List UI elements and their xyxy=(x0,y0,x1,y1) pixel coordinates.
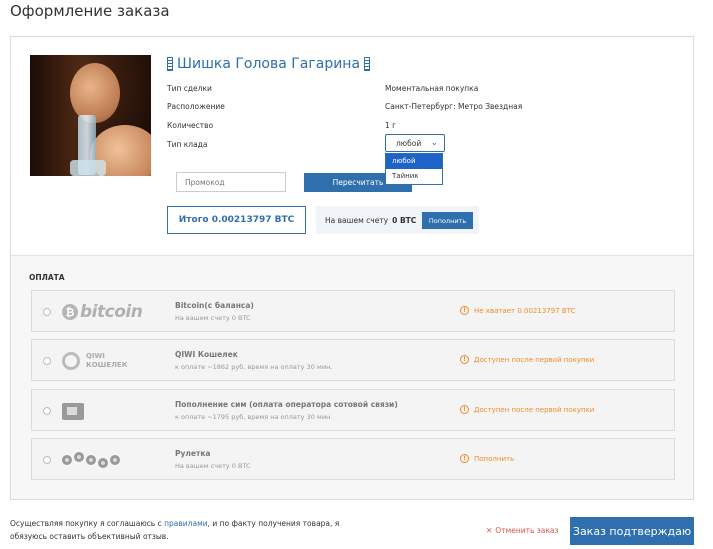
order-card: Шишка Голова Гагарина Тип сделки Момента… xyxy=(10,36,694,500)
close-icon: ✕ xyxy=(486,526,493,535)
agreement-text: Осуществляя покупку я соглашаюсь с прави… xyxy=(10,519,340,541)
gears-icon xyxy=(62,452,120,468)
radio-button[interactable] xyxy=(43,357,51,365)
topup-button[interactable]: Пополнить xyxy=(422,212,473,229)
roulette-logo xyxy=(62,447,172,473)
total-box: Итого 0.00213797 BTC xyxy=(167,206,306,234)
payment-title: QIWI Кошелек xyxy=(175,350,238,359)
payment-status: ! Доступен после первой покупки xyxy=(460,405,594,414)
payment-title: Bitcoin(с баланса) xyxy=(175,301,254,310)
payment-heading: ОПЛАТА xyxy=(29,273,65,282)
balance-amount: 0 BTC xyxy=(392,215,417,225)
payment-method-sim[interactable]: Пополнение сим (оплата оператора сотовой… xyxy=(31,389,675,431)
sim-logo xyxy=(62,398,172,424)
chevron-down-icon: ⌄ xyxy=(430,138,438,148)
payment-status[interactable]: ! Пополнить xyxy=(460,454,514,463)
radio-button[interactable] xyxy=(43,456,51,464)
payment-method-roulette[interactable]: Рулетка На вашем счету 0 BTC ! Пополнить xyxy=(31,438,675,480)
qiwi-logo: QIWI КОШЕЛЕК xyxy=(62,348,172,374)
quantity-value: 1 г xyxy=(385,121,397,130)
radio-button[interactable] xyxy=(43,308,51,316)
payment-method-bitcoin[interactable]: ₿ bitcoin Bitcoin(с баланса) На вашем сч… xyxy=(31,290,675,332)
page-title: Оформление заказа xyxy=(10,2,170,20)
quantity-label: Количество xyxy=(167,121,214,130)
product-name[interactable]: Шишка Голова Гагарина xyxy=(167,56,371,72)
dropdown-option-cache[interactable]: Тайник xyxy=(386,169,442,184)
payment-method-qiwi[interactable]: QIWI КОШЕЛЕК QIWI Кошелек к оплате ~1862… xyxy=(31,339,675,381)
payment-title: Пополнение сим (оплата оператора сотовой… xyxy=(175,400,398,409)
radio-button[interactable] xyxy=(43,407,51,415)
barcode-icon xyxy=(167,57,173,71)
payment-subtitle: На вашем счету 0 BTC xyxy=(175,314,251,322)
klad-type-select[interactable]: любой ⌄ xyxy=(385,134,445,152)
cancel-order-link[interactable]: ✕ Отменить заказ xyxy=(486,526,559,535)
klad-type-dropdown: любой Тайник xyxy=(385,153,443,185)
rules-link[interactable]: правилами xyxy=(164,519,207,528)
payment-status: ! Не хватает 0.00213797 BTC xyxy=(460,306,575,315)
warning-icon: ! xyxy=(460,306,469,315)
product-image xyxy=(30,55,151,176)
barcode-icon xyxy=(364,57,371,71)
bitcoin-icon: ₿ xyxy=(62,304,78,320)
product-name-text: Шишка Голова Гагарина xyxy=(177,56,361,72)
location-label: Расположение xyxy=(167,102,225,111)
payment-subtitle: к оплате ~1862 руб, время на оплату 30 м… xyxy=(175,363,333,371)
payment-subtitle: На вашем счету 0 BTC xyxy=(175,462,251,470)
dropdown-option-any[interactable]: любой xyxy=(386,154,442,169)
confirm-order-button[interactable]: Заказ подтверждаю xyxy=(570,517,694,545)
promo-code-input[interactable] xyxy=(176,172,286,192)
payment-title: Рулетка xyxy=(175,449,211,458)
balance-label: На вашем счету xyxy=(325,215,389,225)
warning-icon: ! xyxy=(460,405,469,414)
warning-icon: ! xyxy=(460,355,469,364)
klad-type-label: Тип клада xyxy=(167,140,208,149)
deal-type-label: Тип сделки xyxy=(167,84,212,93)
balance-box: На вашем счету 0 BTC Пополнить xyxy=(316,206,479,234)
payment-subtitle: к оплате ~1795 руб, время на оплату 30 м… xyxy=(175,413,333,421)
location-value: Санкт-Петербург: Метро Звездная xyxy=(385,102,523,111)
deal-type-value: Моментальная покупка xyxy=(385,84,479,93)
payment-status: ! Доступен после первой покупки xyxy=(460,355,594,364)
sim-card-icon xyxy=(62,402,84,420)
warning-icon: ! xyxy=(460,454,469,463)
klad-type-selected: любой xyxy=(396,138,422,148)
qiwi-icon xyxy=(62,352,80,370)
product-section: Шишка Голова Гагарина Тип сделки Момента… xyxy=(11,37,693,255)
bitcoin-logo: ₿ bitcoin xyxy=(62,299,172,325)
